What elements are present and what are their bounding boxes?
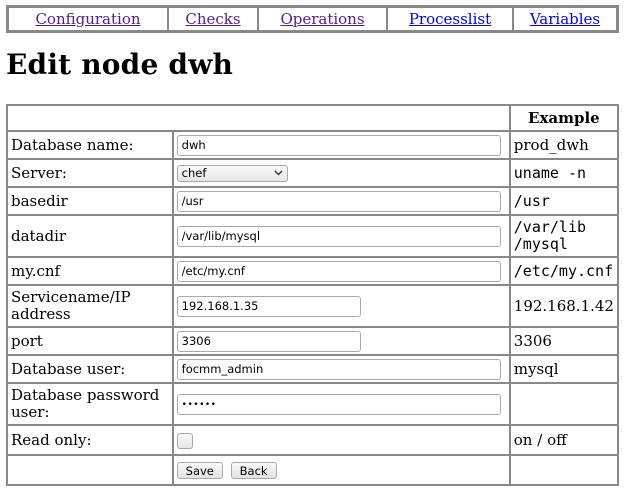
cell-port (172, 327, 510, 355)
label-basedir: basedir (7, 187, 173, 215)
chevron-down-icon (274, 170, 283, 176)
label-database-name: Database name: (7, 131, 173, 159)
nav-cell-configuration: Configuration (8, 7, 168, 31)
row-server: Server: chef uname -n (7, 159, 618, 187)
database-name-input[interactable] (176, 134, 501, 156)
save-button[interactable]: Save (176, 462, 223, 480)
label-server: Server: (7, 159, 173, 187)
header-example: Example (509, 105, 618, 131)
nav-cell-processlist: Processlist (387, 7, 513, 31)
label-port: port (7, 327, 173, 355)
cell-datadir (172, 215, 510, 257)
example-database-password (509, 383, 618, 425)
nav-cell-operations: Operations (258, 7, 387, 31)
row-port: port 3306 (7, 327, 618, 355)
port-input[interactable] (176, 330, 361, 352)
database-user-input[interactable] (176, 358, 501, 380)
top-navigation: Configuration Checks Operations Processl… (6, 5, 619, 33)
cell-server: chef (172, 159, 510, 187)
basedir-input[interactable] (176, 190, 501, 212)
example-read-only: on / off (509, 425, 618, 455)
actions-blank-cell (7, 455, 173, 485)
label-database-password-line2: user: (11, 403, 50, 421)
example-database-name: prod_dwh (509, 131, 618, 159)
label-service-address: Servicename/IP address (7, 285, 173, 327)
database-password-input[interactable] (176, 394, 501, 416)
label-service-address-line1: Servicename/IP (11, 288, 131, 306)
row-read-only: Read only: on / off (7, 425, 618, 455)
cell-database-name (172, 131, 510, 159)
row-basedir: basedir /usr (7, 187, 618, 215)
label-service-address-line2: address (11, 305, 71, 323)
cell-service-address (172, 285, 510, 327)
label-database-user: Database user: (7, 355, 173, 383)
example-basedir: /usr (509, 187, 618, 215)
actions-example-cell (509, 455, 618, 485)
label-read-only: Read only: (7, 425, 173, 455)
read-only-checkbox[interactable] (176, 433, 193, 449)
table-header-row: Example (7, 105, 618, 131)
row-mycnf: my.cnf /etc/my.cnf (7, 257, 618, 285)
example-datadir-line1: /var/lib (513, 218, 587, 236)
example-port: 3306 (509, 327, 618, 355)
service-address-input[interactable] (176, 295, 361, 317)
nav-cell-checks: Checks (168, 7, 258, 31)
nav-cell-variables: Variables (513, 7, 617, 31)
example-mycnf: /etc/my.cnf (509, 257, 618, 285)
cell-read-only (172, 425, 510, 455)
mycnf-input[interactable] (176, 260, 501, 282)
nav-link-checks[interactable]: Checks (185, 10, 240, 28)
example-datadir: /var/lib /mysql (509, 215, 618, 257)
back-button[interactable]: Back (230, 462, 277, 480)
row-database-user: Database user: mysql (7, 355, 618, 383)
server-select-value: chef (181, 166, 207, 180)
label-database-password-line1: Database password (11, 386, 160, 404)
row-database-name: Database name: prod_dwh (7, 131, 618, 159)
nav-link-configuration[interactable]: Configuration (35, 10, 140, 28)
nav-link-processlist[interactable]: Processlist (409, 10, 491, 28)
example-database-user: mysql (509, 355, 618, 383)
cell-database-user (172, 355, 510, 383)
nav-link-variables[interactable]: Variables (530, 10, 600, 28)
edit-node-form: Example Database name: prod_dwh Server: … (6, 104, 619, 486)
row-actions: Save Back (7, 455, 618, 485)
page-title: Edit node dwh (6, 48, 234, 81)
row-datadir: datadir /var/lib /mysql (7, 215, 618, 257)
cell-mycnf (172, 257, 510, 285)
label-mycnf: my.cnf (7, 257, 173, 285)
example-server: uname -n (509, 159, 618, 187)
row-database-password: Database password user: (7, 383, 618, 425)
label-database-password: Database password user: (7, 383, 173, 425)
nav-link-operations[interactable]: Operations (280, 10, 364, 28)
cell-database-password (172, 383, 510, 425)
example-service-address: 192.168.1.42 (509, 285, 618, 327)
example-datadir-line2: /mysql (513, 235, 568, 253)
label-datadir: datadir (7, 215, 173, 257)
datadir-input[interactable] (176, 225, 501, 247)
server-select[interactable]: chef (176, 164, 288, 182)
cell-basedir (172, 187, 510, 215)
cell-actions: Save Back (172, 455, 510, 485)
header-blank-cell (7, 105, 510, 131)
row-service-address: Servicename/IP address 192.168.1.42 (7, 285, 618, 327)
